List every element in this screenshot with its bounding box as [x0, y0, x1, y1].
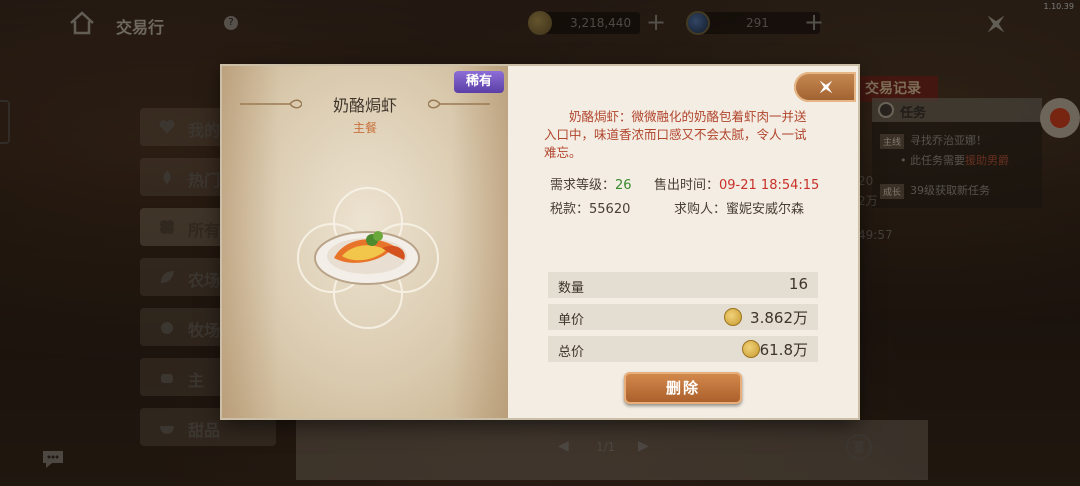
quantity-row: 数量 16 [548, 272, 818, 298]
item-preview-panel: 稀有 奶酪焗虾 主餐 [222, 66, 508, 418]
total-price-label: 总价 [558, 345, 585, 360]
total-price-value: 61.8万 [759, 341, 808, 359]
unit-price-label: 单价 [558, 313, 585, 328]
required-level: 需求等级：26 [550, 178, 632, 193]
gold-coin-icon [724, 308, 742, 326]
item-category: 主餐 [352, 121, 377, 135]
dialog-close-button[interactable] [794, 72, 856, 102]
gold-coin-icon [742, 340, 760, 358]
delete-button[interactable]: 删除 [624, 372, 742, 404]
cheese-shrimp-dish-icon [314, 231, 420, 285]
tax: 税款：55620 [550, 202, 631, 217]
buyer: 求购人：蜜妮安威尔森 [674, 202, 805, 217]
item-name: 奶酪焗虾 [332, 96, 397, 115]
rarity-badge: 稀有 [454, 71, 504, 93]
item-info-panel: 奶酪焗虾：微微融化的奶酪包着虾肉一并送入口中，味道香浓而口感又不会太腻，令人一试… [508, 66, 858, 418]
unit-price-value: 3.862万 [750, 309, 808, 327]
total-price-row: 总价 61.8万 [548, 336, 818, 362]
close-icon [819, 80, 833, 94]
unit-price-row: 单价 3.862万 [548, 304, 818, 330]
item-description: 奶酪焗虾：微微融化的奶酪包着虾肉一并送入口中，味道香浓而口感又不会太腻，令人一试… [544, 109, 807, 160]
item-detail-dialog: 稀有 奶酪焗虾 主餐 奶酪焗虾：微微融化的奶酪包着虾肉一并送入口中，味道香浓而口… [222, 66, 858, 418]
sell-time: 售出时间：09-21 18:54:15 [654, 178, 820, 193]
quantity-value: 16 [788, 275, 808, 293]
quantity-label: 数量 [558, 281, 585, 296]
